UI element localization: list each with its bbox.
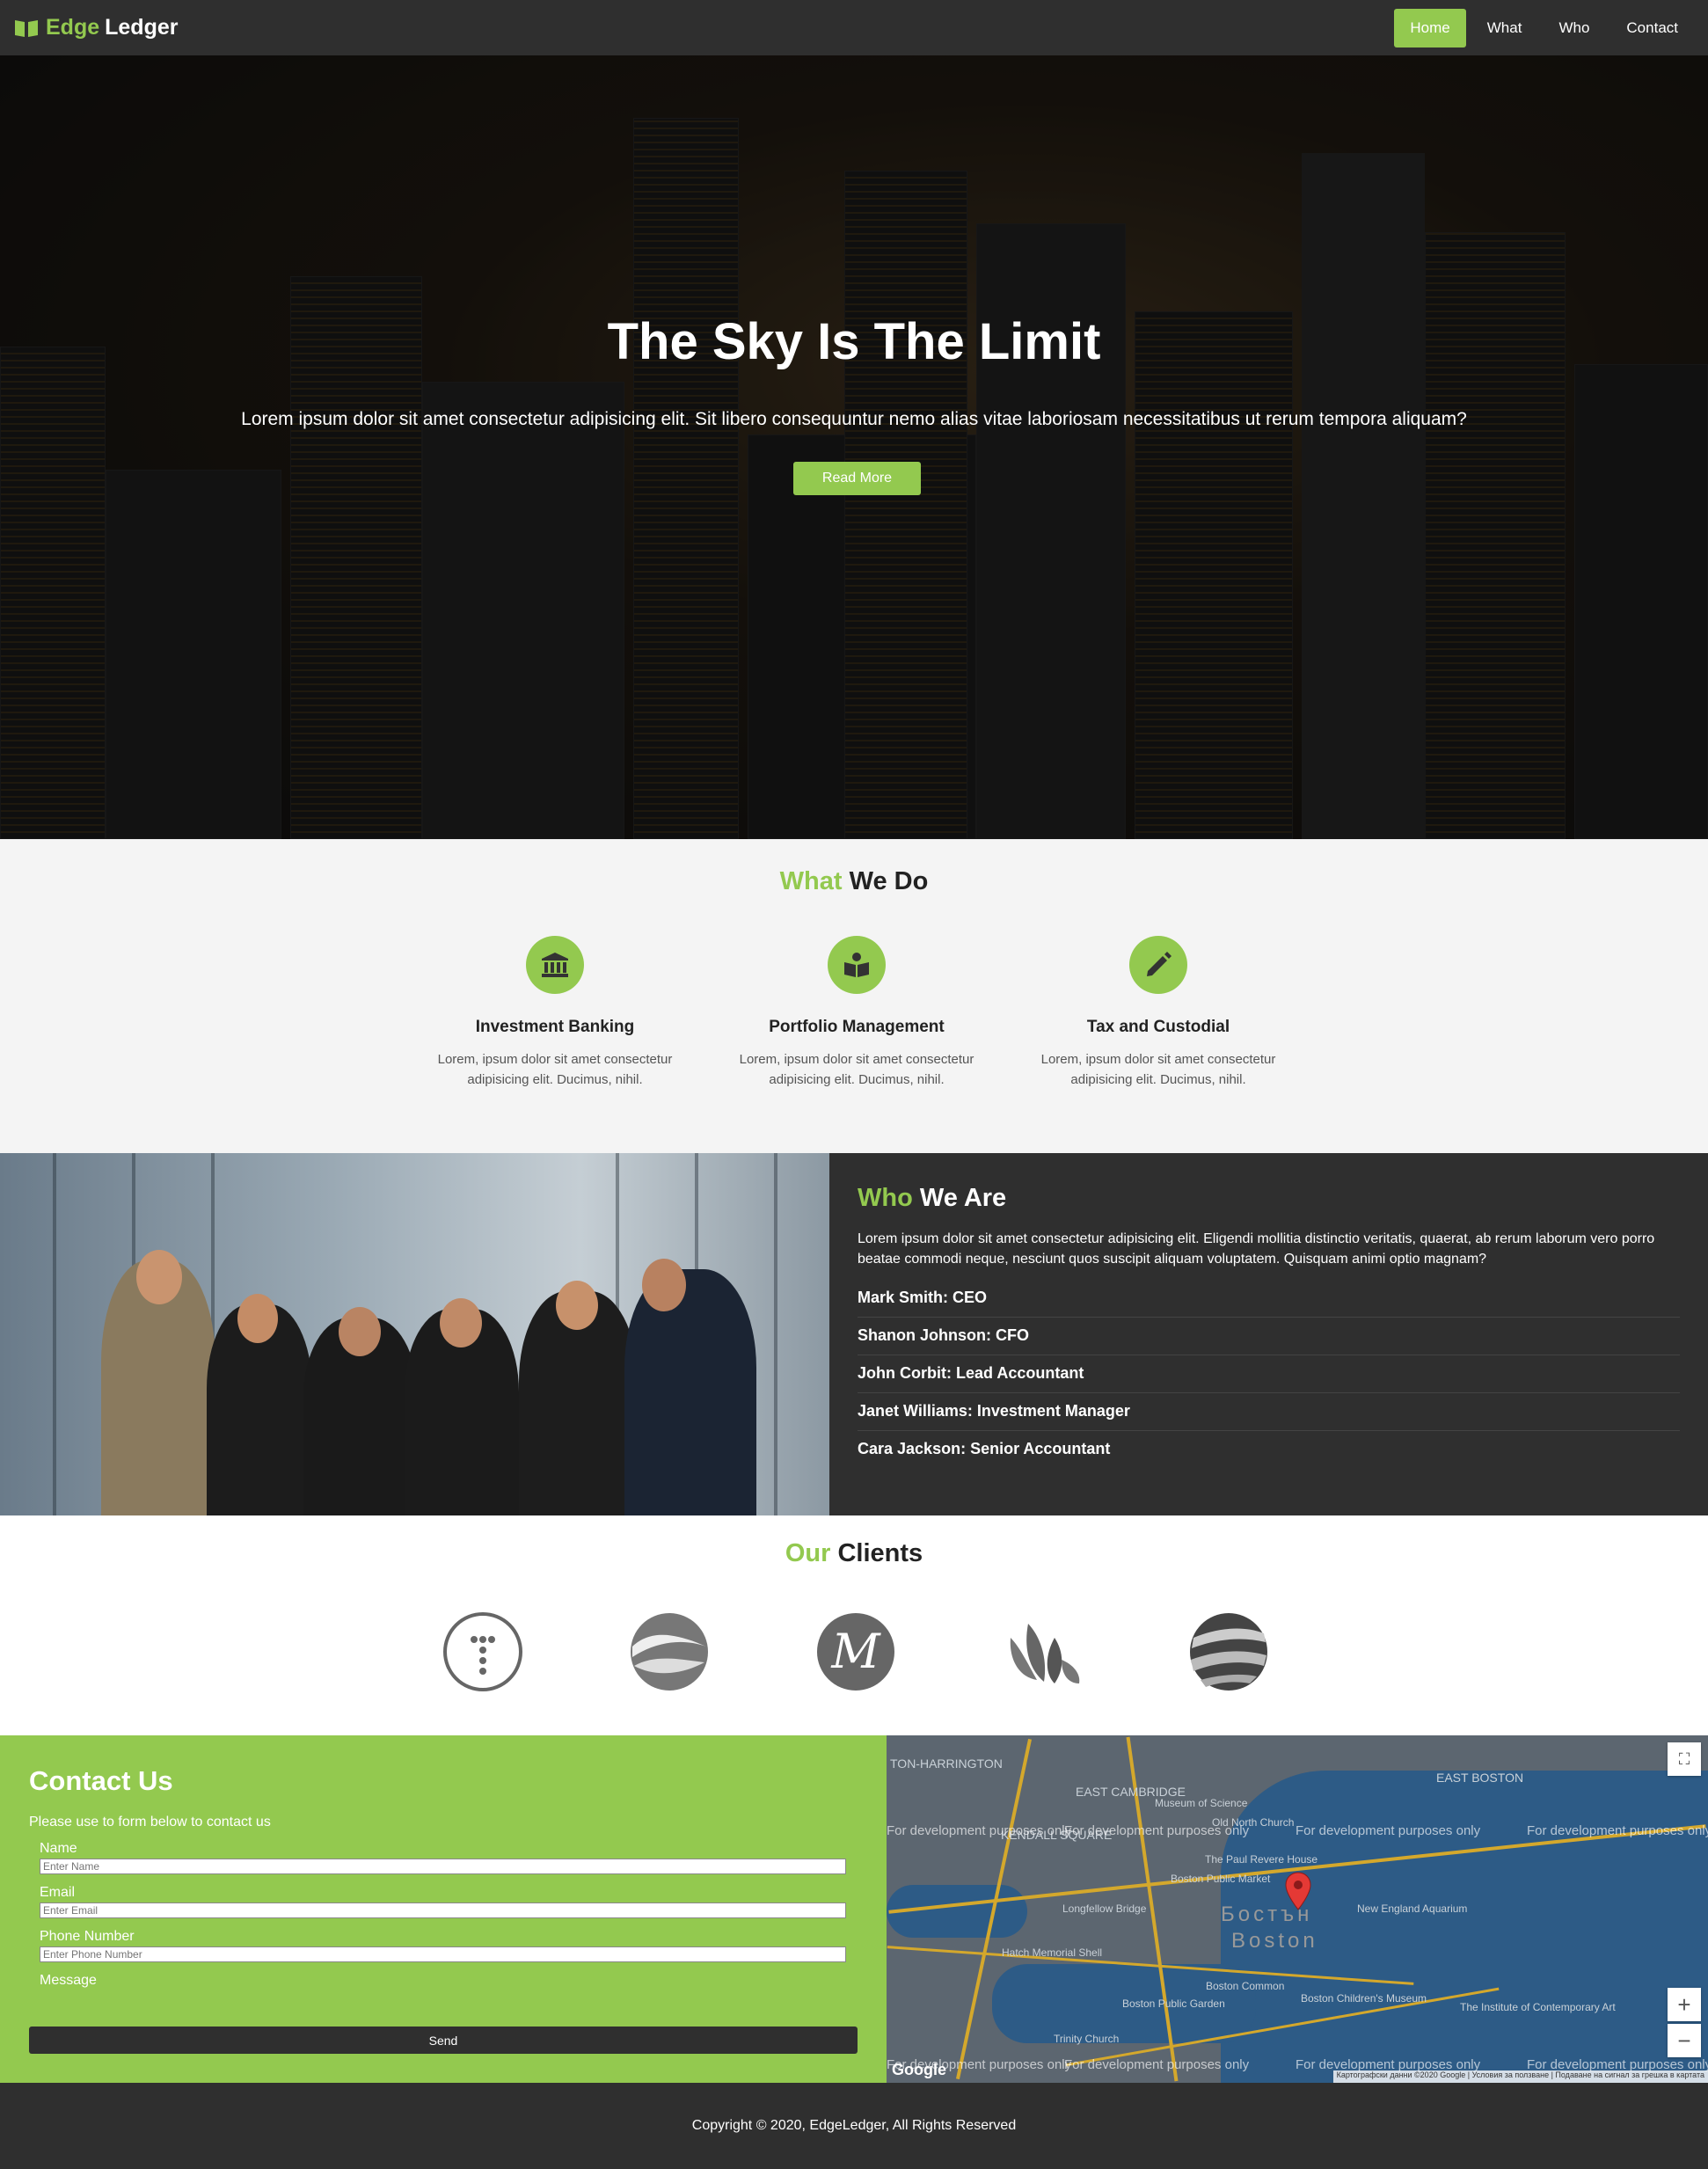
phone-label: Phone Number: [40, 1929, 135, 1944]
team-list: Mark Smith: CEO Shanon Johnson: CFO John…: [858, 1280, 1680, 1468]
hero-text: Lorem ipsum dolor sit amet consectetur a…: [241, 409, 1467, 429]
map-embed[interactable]: TON-HARRINGTON EAST CAMBRIDGE EAST BOSTO…: [887, 1735, 1708, 2083]
map-label: Boston Children's Museum: [1301, 1992, 1427, 2005]
service-text: Lorem, ipsum dolor sit amet consectetur …: [739, 1052, 974, 1087]
map-label: Boston Public Market: [1171, 1873, 1271, 1885]
footer: Copyright © 2020, EdgeLedger, All Rights…: [0, 2083, 1708, 2169]
client-logo-m-icon: M: [817, 1613, 894, 1691]
who-text: Lorem ipsum dolor sit amet consectetur a…: [858, 1231, 1655, 1267]
team-member: John Corbit: Lead Accountant: [858, 1355, 1680, 1393]
service-card: Investment Banking Lorem, ipsum dolor si…: [423, 936, 687, 1090]
team-member: Shanon Johnson: CFO: [858, 1318, 1680, 1355]
email-field-group: Email: [40, 1885, 858, 1918]
map-label: The Institute of Contemporary Art: [1460, 2001, 1616, 2013]
client-logo-swirl-icon: [631, 1613, 708, 1691]
team-member: Mark Smith: CEO: [858, 1280, 1680, 1318]
service-title: Tax and Custodial: [1086, 1018, 1230, 1036]
what-section-title: What We Do: [0, 867, 1708, 896]
brand-part1: Edge: [46, 15, 100, 40]
name-field-group: Name: [40, 1841, 858, 1874]
who-title-rest: We Are: [919, 1184, 1007, 1212]
hero-content: The Sky Is The Limit Lorem ipsum dolor s…: [0, 55, 1708, 839]
email-input[interactable]: [40, 1902, 846, 1918]
service-title: Investment Banking: [475, 1018, 635, 1036]
fullscreen-icon[interactable]: ⛶: [1668, 1742, 1701, 1776]
book-reader-icon: [828, 936, 886, 994]
message-field-group: Message: [40, 1973, 858, 1989]
what-title-accent: What: [779, 867, 843, 895]
map-label: Museum of Science: [1155, 1797, 1248, 1809]
pencil-icon: [1129, 936, 1187, 994]
nav-link-who[interactable]: Who: [1543, 9, 1605, 47]
message-label: Message: [40, 1973, 97, 1988]
map-marker-icon[interactable]: [1285, 1872, 1311, 1910]
team-photo: [0, 1153, 829, 1515]
map-label: Boston Common: [1206, 1980, 1285, 1992]
client-logo-leaves-icon: [1010, 1624, 1080, 1683]
send-button[interactable]: Send: [29, 2027, 858, 2054]
map-label: EAST BOSTON: [1436, 1771, 1524, 1785]
hero-title: The Sky Is The Limit: [607, 313, 1101, 370]
team-member: Janet Williams: Investment Manager: [858, 1393, 1680, 1431]
map-attribution[interactable]: Картографски данни ©2020 Google | Услови…: [1332, 2070, 1708, 2083]
map-label: Boston: [1231, 1929, 1318, 1953]
what-we-do-section: What We Do Investment Banking Lorem, ips…: [0, 839, 1708, 1153]
read-more-button[interactable]: Read More: [793, 462, 921, 495]
who-section-title: Who We Are: [858, 1184, 1680, 1213]
service-card: Tax and Custodial Lorem, ipsum dolor sit…: [1026, 936, 1290, 1090]
map-label: New England Aquarium: [1357, 1902, 1468, 1915]
phone-input[interactable]: [40, 1946, 846, 1962]
clients-title-accent: Our: [785, 1539, 831, 1567]
contact-title: Contact Us: [29, 1765, 173, 1796]
clients-section-title: Our Clients: [0, 1539, 1708, 1568]
service-text: Lorem, ipsum dolor sit amet consectetur …: [437, 1052, 673, 1087]
client-logo-dots-icon: [443, 1612, 522, 1691]
map-dev-watermark: For development purposes only: [1064, 2057, 1250, 2072]
map-label: Trinity Church: [1054, 2033, 1120, 2045]
nav-link-what[interactable]: What: [1471, 9, 1538, 47]
map-label: Boston Public Garden: [1122, 1997, 1225, 2010]
nav-link-contact[interactable]: Contact: [1610, 9, 1694, 47]
who-title-accent: Who: [858, 1184, 913, 1212]
book-open-icon: [15, 19, 38, 37]
service-card: Portfolio Management Lorem, ipsum dolor …: [725, 936, 989, 1090]
what-title-rest: We Do: [849, 867, 929, 895]
name-input[interactable]: [40, 1859, 846, 1874]
map-dev-watermark: For development purposes only: [1064, 1823, 1250, 1838]
clients-title-rest: Clients: [837, 1539, 923, 1567]
name-label: Name: [40, 1841, 77, 1856]
svg-text:M: M: [830, 1624, 881, 1679]
zoom-in-button[interactable]: +: [1668, 1988, 1701, 2021]
nav-link-home[interactable]: Home: [1394, 8, 1466, 47]
map-label: Hatch Memorial Shell: [1002, 1946, 1103, 1959]
service-title: Portfolio Management: [769, 1018, 945, 1036]
navbar: Edge Ledger Home What Who Contact: [0, 0, 1708, 55]
map-dev-watermark: For development purposes only: [1527, 1823, 1708, 1838]
brand-logo[interactable]: Edge Ledger: [14, 15, 178, 40]
map-dev-watermark: For development purposes only: [1296, 1823, 1481, 1838]
map-label: TON-HARRINGTON: [890, 1756, 1003, 1771]
brand-part2: Ledger: [105, 15, 179, 40]
nav-menu: Home What Who Contact: [1389, 8, 1694, 47]
contact-subtitle: Please use to form below to contact us: [29, 1815, 271, 1829]
phone-field-group: Phone Number: [40, 1929, 858, 1962]
map-label: The Paul Revere House: [1205, 1853, 1318, 1866]
map-dev-watermark: For development purposes only: [887, 1823, 1072, 1838]
clients-section: Our Clients M: [0, 1515, 1708, 1735]
zoom-out-button[interactable]: −: [1668, 2024, 1701, 2057]
client-logo-globe-icon: [1190, 1613, 1267, 1691]
team-member: Cara Jackson: Senior Accountant: [858, 1440, 1111, 1457]
service-text: Lorem, ipsum dolor sit amet consectetur …: [1040, 1052, 1276, 1087]
bank-icon: [526, 936, 584, 994]
map-label: Longfellow Bridge: [1062, 1902, 1147, 1915]
hero-section: The Sky Is The Limit Lorem ipsum dolor s…: [0, 55, 1708, 839]
who-we-are-section: Who We Are Lorem ipsum dolor sit amet co…: [829, 1153, 1708, 1515]
email-label: Email: [40, 1885, 76, 1900]
contact-section: Contact Us Please use to form below to c…: [0, 1735, 887, 2083]
google-logo: Google: [892, 2061, 946, 2078]
footer-copyright: Copyright © 2020, EdgeLedger, All Rights…: [691, 2118, 1017, 2133]
